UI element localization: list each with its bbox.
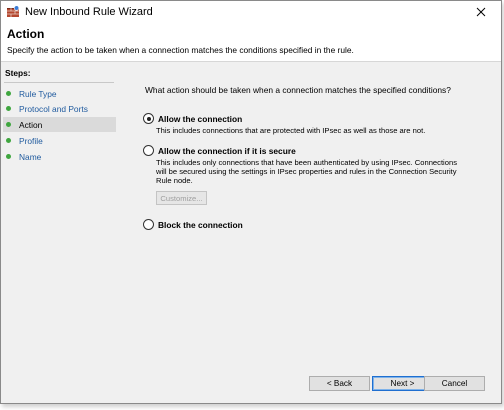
step-dot-icon — [6, 122, 11, 127]
step-label: Protocol and Ports — [19, 103, 88, 114]
step-dot-icon — [6, 138, 11, 143]
step-rule-type[interactable]: Rule Type — [3, 86, 116, 101]
option-allow-connection[interactable]: Allow the connection — [143, 113, 242, 124]
title-bar: New Inbound Rule Wizard — [1, 1, 501, 23]
option-label[interactable]: Allow the connection if it is secure — [158, 146, 296, 156]
step-dot-icon — [6, 154, 11, 159]
wizard-header: Action Specify the action to be taken wh… — [1, 23, 501, 62]
radio-button[interactable] — [143, 219, 154, 230]
step-action[interactable]: Action — [3, 117, 116, 132]
option-allow-if-secure[interactable]: Allow the connection if it is secure — [143, 145, 296, 156]
option-block-connection[interactable]: Block the connection — [143, 219, 243, 230]
step-label: Action — [19, 119, 43, 130]
action-question: What action should be taken when a conne… — [145, 85, 451, 95]
back-button[interactable]: < Back — [309, 376, 370, 391]
radio-button[interactable] — [143, 145, 154, 156]
action-content: What action should be taken when a conne… — [119, 62, 501, 403]
steps-heading: Steps: — [5, 68, 31, 78]
close-icon — [476, 7, 486, 17]
option-description: This includes connections that are prote… — [156, 126, 426, 135]
option-description: This includes only connections that have… — [156, 158, 457, 185]
page-title: Action — [7, 27, 45, 41]
firewall-app-icon — [7, 5, 20, 17]
steps-panel: Steps: Rule Type Protocol and Ports Acti… — [1, 62, 118, 403]
step-name[interactable]: Name — [3, 149, 116, 164]
step-protocol-and-ports[interactable]: Protocol and Ports — [3, 101, 116, 116]
option-label[interactable]: Block the connection — [158, 220, 243, 230]
close-button[interactable] — [463, 1, 499, 23]
step-label: Rule Type — [19, 88, 57, 99]
steps-divider — [4, 82, 114, 83]
wizard-window: New Inbound Rule Wizard Action Specify t… — [0, 0, 502, 404]
cancel-button[interactable]: Cancel — [424, 376, 485, 391]
window-title: New Inbound Rule Wizard — [25, 6, 153, 18]
step-label: Name — [19, 151, 42, 162]
customize-button: Customize... — [156, 191, 207, 205]
step-dot-icon — [6, 91, 11, 96]
radio-button-checked[interactable] — [143, 113, 154, 124]
option-label[interactable]: Allow the connection — [158, 114, 242, 124]
step-dot-icon — [6, 106, 11, 111]
page-description: Specify the action to be taken when a co… — [7, 45, 354, 55]
step-profile[interactable]: Profile — [3, 133, 116, 148]
step-label: Profile — [19, 135, 43, 146]
